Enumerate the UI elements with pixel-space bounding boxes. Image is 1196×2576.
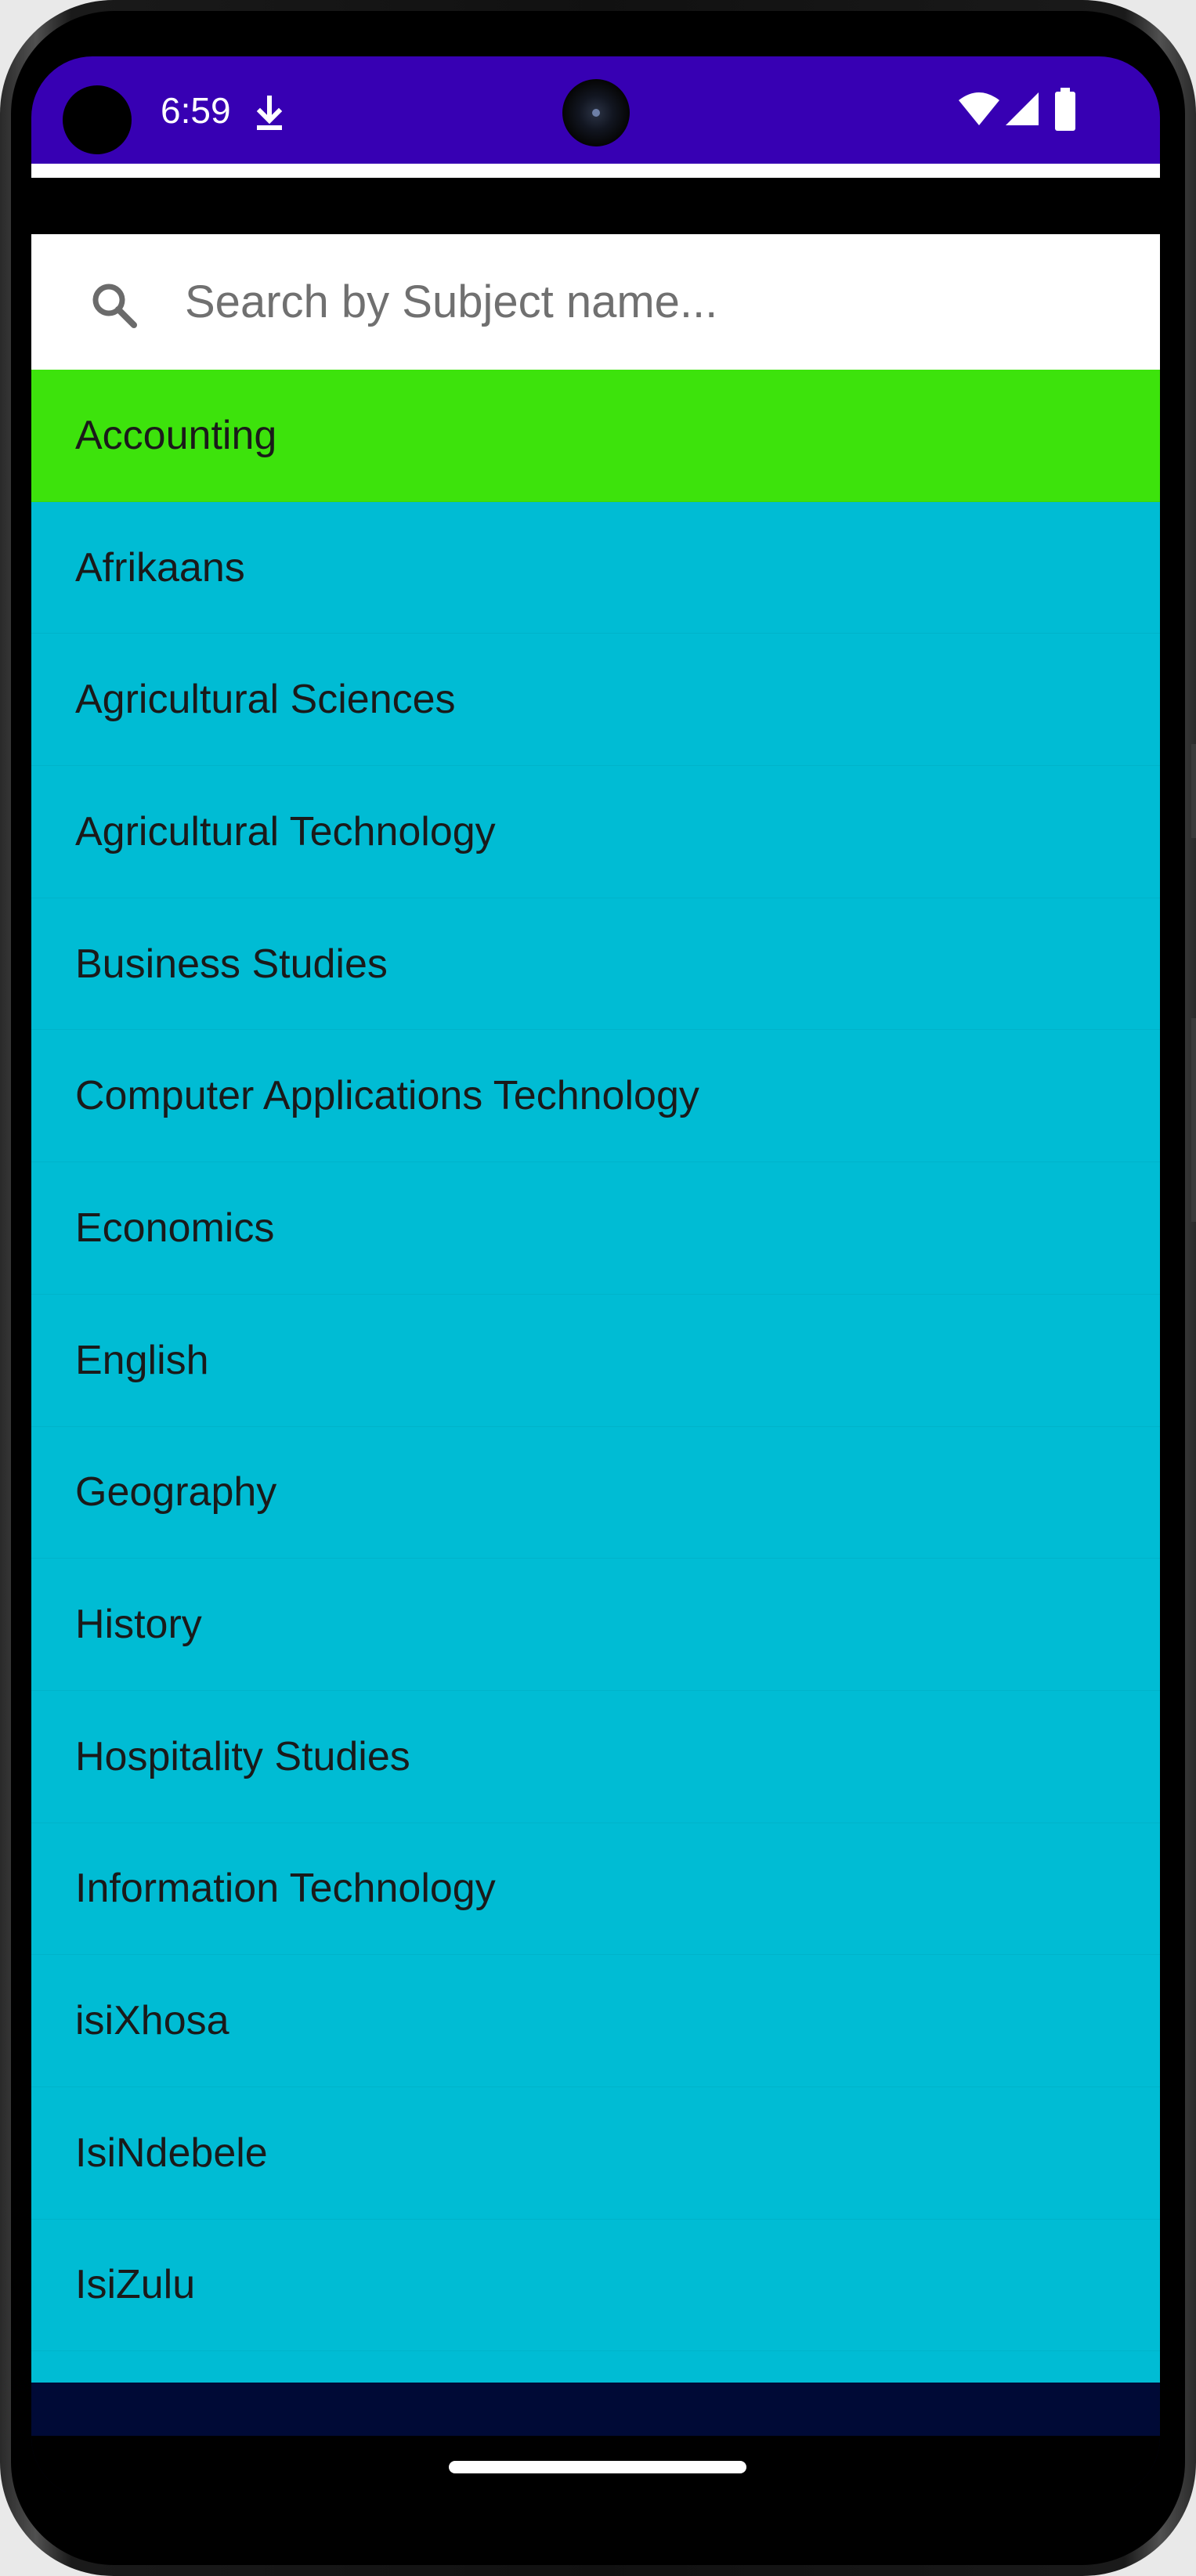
subject-label: Geography <box>75 1469 277 1516</box>
status-time: 6:59 <box>161 90 231 131</box>
list-item[interactable]: IsiZulu <box>31 2219 1160 2352</box>
list-item[interactable]: Agricultural Technology <box>31 766 1160 898</box>
subject-label: History <box>75 1602 202 1648</box>
screen: 6:59 Search by Subject name... Accountin… <box>31 56 1160 2498</box>
punch-hole-camera <box>562 79 630 146</box>
subject-label: Business Studies <box>75 941 388 987</box>
power-button <box>1191 1018 1196 1222</box>
subject-label: Economics <box>75 1205 275 1251</box>
subject-label: Afrikaans <box>75 544 245 591</box>
subject-label: English <box>75 1337 209 1383</box>
download-icon <box>254 96 285 132</box>
subject-label: isiXhosa <box>75 1998 229 2044</box>
list-item[interactable]: IsiNdebele <box>31 2086 1160 2220</box>
toolbar-spacer <box>31 178 1160 234</box>
list-item[interactable]: Business Studies <box>31 898 1160 1031</box>
volume-button <box>1191 744 1196 838</box>
list-item[interactable]: English <box>31 1294 1160 1427</box>
list-item[interactable]: isiXhosa <box>31 1955 1160 2087</box>
subject-label: IsiNdebele <box>75 2130 268 2176</box>
front-camera-cutout <box>63 85 132 154</box>
list-item[interactable]: Agricultural Sciences <box>31 634 1160 767</box>
list-item[interactable]: History <box>31 1559 1160 1691</box>
list-item[interactable]: Afrikaans <box>31 501 1160 634</box>
subject-label: Accounting <box>75 412 277 458</box>
toolbar-divider <box>31 164 1160 178</box>
status-bar: 6:59 <box>31 56 1160 164</box>
cellular-signal-icon <box>1004 91 1040 127</box>
list-item[interactable]: Accounting <box>31 370 1160 502</box>
subject-label: Computer Applications Technology <box>75 1073 699 1119</box>
search-bar[interactable] <box>31 234 1160 370</box>
subject-list[interactable]: Accounting Afrikaans Agricultural Sciences… <box>31 370 1160 2383</box>
phone-frame: 6:59 Search by Subject name... Accountin… <box>0 0 1196 2576</box>
subject-label: IsiZulu <box>75 2262 196 2308</box>
subject-label: Information Technology <box>75 1866 496 1912</box>
wifi-icon <box>958 91 1000 127</box>
subject-label: Agricultural Technology <box>75 808 496 854</box>
search-input[interactable] <box>185 270 1109 333</box>
subject-label: Agricultural Sciences <box>75 677 456 723</box>
gesture-handle[interactable] <box>449 2461 746 2473</box>
list-item[interactable]: Computer Applications Technology <box>31 1030 1160 1163</box>
search-icon[interactable] <box>89 280 139 330</box>
battery-icon <box>1053 88 1077 132</box>
list-item[interactable]: Information Technology <box>31 1823 1160 1956</box>
list-item[interactable]: Hospitality Studies <box>31 1690 1160 1823</box>
list-item[interactable]: Economics <box>31 1162 1160 1295</box>
list-item[interactable]: Geography <box>31 1426 1160 1559</box>
subject-label: Hospitality Studies <box>75 1733 410 1779</box>
